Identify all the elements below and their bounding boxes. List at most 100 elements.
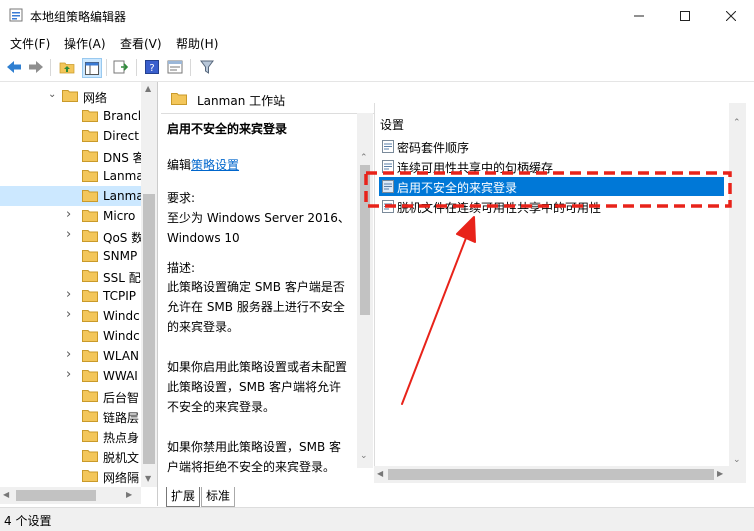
title-bar: 本地组策略编辑器 xyxy=(0,0,754,32)
description-line: 不安全的来宾登录。 xyxy=(167,400,276,414)
folder-icon xyxy=(82,230,98,242)
requirements-line: 至少为 Windows Server 2016、 xyxy=(167,211,350,225)
tree-item-label: Lanma xyxy=(103,189,141,203)
tree-item[interactable]: › QoS 数 xyxy=(0,226,141,246)
tab-standard[interactable]: 标准 xyxy=(201,487,236,507)
folder-icon xyxy=(82,310,98,322)
requirements-label: 要求: xyxy=(167,191,196,205)
policy-setting-icon xyxy=(382,200,394,213)
window-title: 本地组策略编辑器 xyxy=(30,10,127,24)
export-list-button[interactable] xyxy=(112,58,130,76)
folder-icon xyxy=(82,290,98,302)
tree-item[interactable]: 网络隔 xyxy=(0,466,141,486)
description-line: 如果你启用此策略设置或者未配置 xyxy=(167,360,348,374)
properties-button[interactable] xyxy=(166,58,184,76)
policy-setting-icon xyxy=(382,180,394,193)
tree-item[interactable]: 链路层 xyxy=(0,406,141,426)
settings-row-label: 脱机文件在连续可用性共享中的可用性 xyxy=(397,201,602,215)
tree-item[interactable]: 热点身 xyxy=(0,426,141,446)
settings-row[interactable]: 连续可用性共享中的句柄缓存 xyxy=(379,157,724,176)
menu-file[interactable]: 文件(F) xyxy=(10,35,50,52)
scroll-down-icon[interactable]: ⌄ xyxy=(360,451,368,461)
description-vertical-scrollbar[interactable]: ⌃ ⌄ xyxy=(357,113,373,468)
back-button[interactable] xyxy=(5,58,23,76)
description-pane: 启用不安全的来宾登录 编辑策略设置 要求: 至少为 Windows Server… xyxy=(161,113,358,483)
close-button[interactable] xyxy=(708,0,754,32)
tree-item[interactable]: 后台智 xyxy=(0,386,141,406)
maximize-icon xyxy=(680,11,690,21)
scroll-down-icon[interactable]: ▼ xyxy=(145,474,151,483)
menu-view[interactable]: 查看(V) xyxy=(120,35,162,52)
tree-item[interactable]: Direct xyxy=(0,126,141,146)
scroll-down-icon[interactable]: ⌄ xyxy=(733,455,741,465)
chevron-right-icon[interactable]: › xyxy=(66,207,71,222)
tree-item[interactable]: SNMP xyxy=(0,246,141,266)
scroll-left-icon[interactable]: ◀ xyxy=(377,469,383,478)
settings-row[interactable]: 启用不安全的来宾登录 xyxy=(379,177,724,196)
settings-row[interactable]: 密码套件顺序 xyxy=(379,137,724,156)
chevron-right-icon[interactable]: › xyxy=(66,227,71,242)
scroll-right-icon[interactable]: ▶ xyxy=(126,490,132,499)
forward-button[interactable] xyxy=(27,58,45,76)
tree-hscroll-thumb[interactable] xyxy=(16,490,96,501)
show-hide-tree-button[interactable] xyxy=(82,58,102,78)
chevron-right-icon[interactable]: › xyxy=(66,347,71,362)
tree-item[interactable]: Lanma xyxy=(0,166,141,186)
close-icon xyxy=(726,11,736,21)
settings-hscroll-thumb[interactable] xyxy=(388,469,714,480)
chevron-right-icon[interactable]: › xyxy=(66,367,71,382)
tree-item-label: 网络 xyxy=(83,91,108,105)
minimize-button[interactable] xyxy=(616,0,662,32)
requirements-line: Windows 10 xyxy=(167,231,240,245)
tree-item-label: Brancl xyxy=(103,109,141,123)
chevron-down-icon[interactable]: ⌄ xyxy=(48,89,56,100)
tree-item[interactable]: SSL 配 xyxy=(0,266,141,286)
tree-item-label: WLAN xyxy=(103,349,140,363)
scroll-up-icon[interactable]: ⌃ xyxy=(733,118,741,128)
tree-scroll-thumb[interactable] xyxy=(143,194,155,464)
tree-item[interactable]: › WLAN xyxy=(0,346,141,366)
tree-vertical-scrollbar[interactable]: ▲ ▼ xyxy=(141,82,157,487)
tree-item[interactable]: Windc xyxy=(0,326,141,346)
tree-item-label: 热点身 xyxy=(103,431,140,445)
folder-icon xyxy=(82,150,98,162)
folder-icon xyxy=(82,330,98,342)
tab-extended[interactable]: 扩展 xyxy=(166,487,201,507)
description-line: 如果你禁用此策略设置，SMB 客 xyxy=(167,440,342,454)
edit-policy-line: 编辑策略设置 xyxy=(167,155,239,175)
show-hide-tree-icon xyxy=(85,61,99,75)
scroll-left-icon[interactable]: ◀ xyxy=(3,490,9,499)
edit-policy-link[interactable]: 策略设置 xyxy=(191,158,239,172)
toolbar-separator xyxy=(136,59,137,76)
tree-item[interactable]: Brancl xyxy=(0,106,141,126)
menu-action[interactable]: 操作(A) xyxy=(64,35,106,52)
tree-item[interactable]: Lanma xyxy=(0,186,141,206)
tree-item[interactable]: › WWAI xyxy=(0,366,141,386)
help-button[interactable]: ? xyxy=(143,58,161,76)
menu-help[interactable]: 帮助(H) xyxy=(176,35,218,52)
description-scroll-thumb[interactable] xyxy=(360,165,370,315)
tree-item-label: Micro xyxy=(103,209,136,223)
settings-row[interactable]: 脱机文件在连续可用性共享中的可用性 xyxy=(379,197,724,216)
scroll-up-icon[interactable]: ▲ xyxy=(145,84,151,93)
tree-item[interactable]: › TCPIP xyxy=(0,286,141,306)
minimize-icon xyxy=(634,15,644,17)
maximize-button[interactable] xyxy=(662,0,708,32)
filter-button[interactable] xyxy=(198,58,216,76)
folder-icon xyxy=(82,170,98,182)
scroll-right-icon[interactable]: ▶ xyxy=(717,469,723,478)
tree-item[interactable]: › Windc xyxy=(0,306,141,326)
scroll-up-icon[interactable]: ⌃ xyxy=(360,153,368,163)
up-folder-button[interactable] xyxy=(58,58,76,76)
tree-horizontal-scrollbar[interactable]: ◀ ▶ xyxy=(0,487,141,504)
chevron-right-icon[interactable]: › xyxy=(66,287,71,302)
tree-item[interactable]: › Micro xyxy=(0,206,141,226)
settings-horizontal-scrollbar[interactable]: ◀ ▶ xyxy=(374,466,729,483)
chevron-right-icon[interactable]: › xyxy=(66,307,71,322)
settings-vertical-scrollbar[interactable]: ⌃ ⌄ xyxy=(729,103,746,483)
tree-item[interactable]: 脱机文 xyxy=(0,446,141,466)
tree-item-label: 网络隔 xyxy=(103,471,140,485)
tree-item[interactable]: DNS 客 xyxy=(0,146,141,166)
settings-column-header[interactable]: 设置 xyxy=(380,116,404,133)
tree-item-network[interactable]: ⌄ 网络 xyxy=(0,86,141,106)
